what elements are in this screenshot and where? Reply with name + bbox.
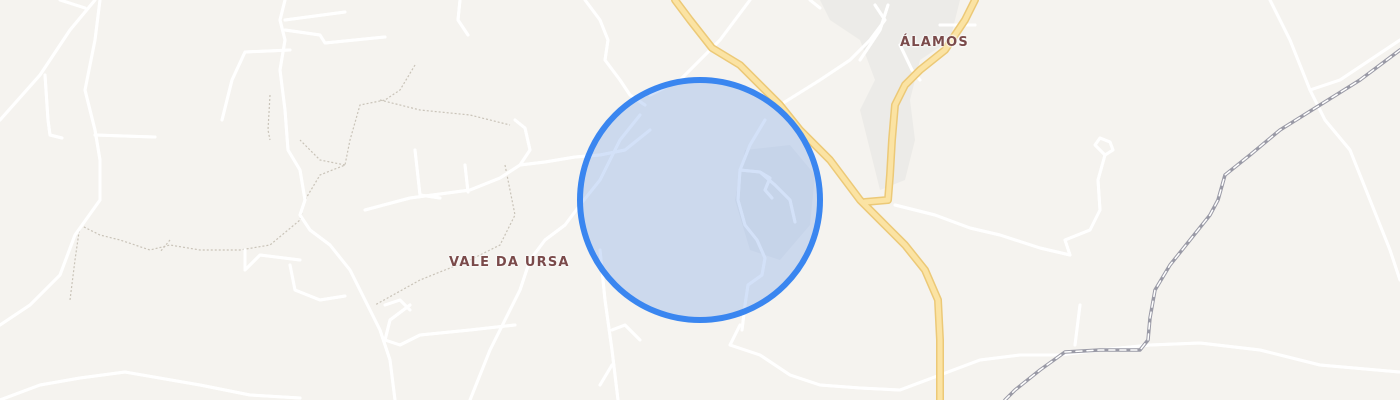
place-label-vale-da-ursa: VALE DA URSA: [449, 255, 570, 270]
map-canvas[interactable]: ÁLAMOS VALE DA URSA: [0, 0, 1400, 400]
map-layer: [0, 0, 1400, 400]
location-accuracy-circle[interactable]: [577, 77, 823, 323]
railway-line: [1003, 48, 1400, 400]
place-label-alamos: ÁLAMOS: [900, 35, 969, 50]
